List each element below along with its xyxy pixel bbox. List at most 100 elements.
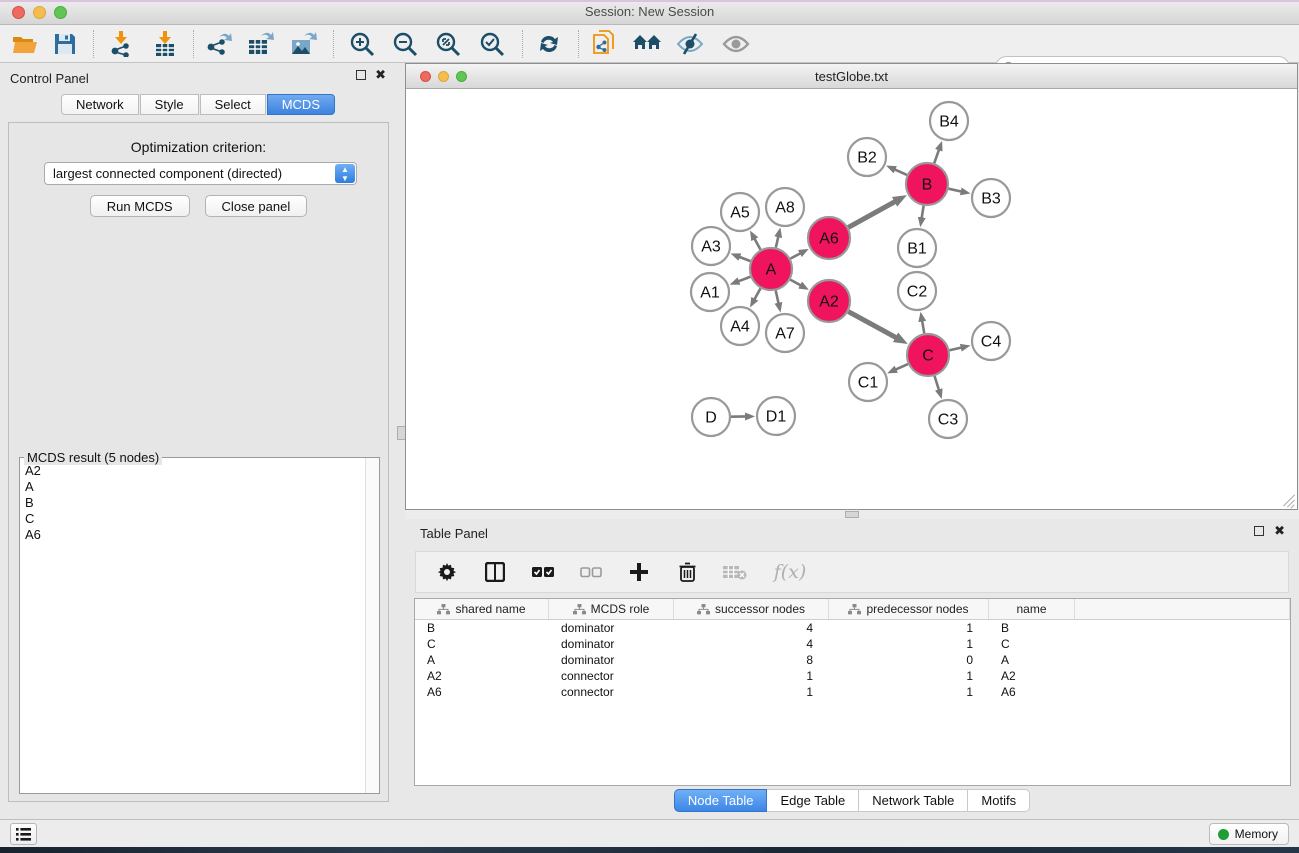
open-session-icon[interactable] <box>8 28 42 60</box>
delete-column-trash-icon[interactable] <box>674 559 700 585</box>
node-label-B4: B4 <box>939 114 959 131</box>
toolbar-separator <box>93 30 94 58</box>
hierarchy-icon <box>573 604 586 615</box>
export-image-icon[interactable] <box>287 28 321 60</box>
home-layout-icon[interactable] <box>630 28 664 60</box>
close-panel-icon[interactable]: ✖ <box>375 70 386 80</box>
tab-select[interactable]: Select <box>200 94 266 115</box>
node-label-A2: A2 <box>819 294 839 311</box>
edge-A2-C[interactable] <box>848 312 896 338</box>
task-history-button[interactable] <box>10 823 37 845</box>
edge-A-A7[interactable] <box>776 290 779 303</box>
export-network-icon[interactable] <box>202 28 236 60</box>
edge-C-C1[interactable] <box>895 364 908 370</box>
function-builder-button[interactable]: f(x) <box>770 559 810 585</box>
zoom-fit-icon[interactable] <box>431 28 465 60</box>
run-mcds-button[interactable]: Run MCDS <box>90 195 190 217</box>
refresh-icon[interactable] <box>532 28 566 60</box>
table-tabs: Node TableEdge TableNetwork TableMotifs <box>405 789 1299 812</box>
zoom-selected-icon[interactable] <box>475 28 509 60</box>
network-graph[interactable]: B4B2BB3A5A8A6A3B1AA1C2A2A4A7C4CC1DD1C3 <box>406 89 1297 509</box>
edge-A-A8[interactable] <box>776 236 779 247</box>
float-panel-icon[interactable] <box>356 70 366 80</box>
mcds-panel: Optimization criterion: largest connecte… <box>8 122 389 802</box>
criterion-select[interactable]: largest connected component (directed) ▲… <box>44 162 357 185</box>
edge-A-A1[interactable] <box>738 277 750 282</box>
memory-label: Memory <box>1235 827 1278 841</box>
node-label-C4: C4 <box>981 334 1002 351</box>
edge-A-A2[interactable] <box>790 280 801 286</box>
tab-network[interactable]: Network <box>61 94 139 115</box>
import-network-icon[interactable] <box>104 28 138 60</box>
select-all-icon[interactable] <box>530 559 556 585</box>
edge-A6-B[interactable] <box>848 201 895 227</box>
close-table-panel-icon[interactable]: ✖ <box>1274 526 1285 536</box>
close-panel-button[interactable]: Close panel <box>205 195 308 217</box>
edge-C-C2[interactable] <box>922 321 924 334</box>
tab-style[interactable]: Style <box>140 94 199 115</box>
criterion-value: largest connected component (directed) <box>53 166 282 181</box>
column-header-shared-name[interactable]: shared name <box>415 599 549 619</box>
toolbar-separator <box>193 30 194 58</box>
node-label-C3: C3 <box>938 412 959 429</box>
tab-node-table[interactable]: Node Table <box>674 789 768 812</box>
mcds-result-item[interactable]: A6 <box>25 527 360 543</box>
memory-button[interactable]: Memory <box>1209 823 1289 845</box>
edge-B-B2[interactable] <box>894 169 907 175</box>
horizontal-splitter-grip[interactable] <box>845 511 859 518</box>
optimization-criterion-label: Optimization criterion: <box>9 139 388 155</box>
create-column-plus-icon[interactable] <box>626 559 652 585</box>
save-session-icon[interactable] <box>48 28 82 60</box>
hide-graphics-details-icon[interactable] <box>673 28 707 60</box>
mcds-result-item[interactable]: B <box>25 495 360 511</box>
tab-motifs[interactable]: Motifs <box>968 789 1030 812</box>
mcds-result-item[interactable]: C <box>25 511 360 527</box>
float-table-panel-icon[interactable] <box>1254 526 1264 536</box>
column-header-successor-nodes[interactable]: successor nodes <box>674 599 829 619</box>
control-panel-tabs: NetworkStyleSelectMCDS <box>0 94 396 115</box>
resize-grip-icon[interactable] <box>1281 493 1295 507</box>
node-label-A6: A6 <box>819 231 839 248</box>
table-row[interactable]: A6connector11A6 <box>415 684 1290 700</box>
network-canvas[interactable]: B4B2BB3A5A8A6A3B1AA1C2A2A4A7C4CC1DD1C3 <box>406 89 1297 509</box>
import-table-icon[interactable] <box>148 28 182 60</box>
edge-B-B1[interactable] <box>922 206 924 219</box>
table-panel-title: Table Panel <box>420 526 488 541</box>
network-view-titlebar: testGlobe.txt <box>406 64 1297 89</box>
edge-A-A6[interactable] <box>790 253 800 259</box>
mcds-result-item[interactable]: A2 <box>25 463 360 479</box>
edge-B-B4[interactable] <box>934 149 939 163</box>
mcds-result-list[interactable]: A2ABCA6 <box>21 461 364 792</box>
column-header-MCDS-role[interactable]: MCDS role <box>549 599 674 619</box>
tab-mcds[interactable]: MCDS <box>267 94 335 115</box>
titlebar: Session: New Session <box>0 0 1299 25</box>
edge-A-A3[interactable] <box>739 257 750 261</box>
zoom-in-icon[interactable] <box>345 28 379 60</box>
new-session-icon[interactable] <box>588 28 622 60</box>
tab-network-table[interactable]: Network Table <box>859 789 968 812</box>
export-table-icon[interactable] <box>244 28 278 60</box>
table-row[interactable]: A2connector11A2 <box>415 668 1290 684</box>
table-settings-gear-icon[interactable] <box>434 559 460 585</box>
table-row[interactable]: Bdominator41B <box>415 620 1290 636</box>
delete-table-icon[interactable] <box>722 559 748 585</box>
column-header-predecessor-nodes[interactable]: predecessor nodes <box>829 599 989 619</box>
deselect-all-icon[interactable] <box>578 559 604 585</box>
edge-B-B3[interactable] <box>948 189 961 192</box>
column-header-name[interactable]: name <box>989 599 1075 619</box>
status-bar: Memory <box>0 819 1299 847</box>
node-table[interactable]: shared nameMCDS rolesuccessor nodesprede… <box>414 598 1291 786</box>
tab-edge-table[interactable]: Edge Table <box>767 789 859 812</box>
result-scrollbar[interactable] <box>365 458 379 793</box>
edge-C-C4[interactable] <box>949 348 961 351</box>
table-row[interactable]: Cdominator41C <box>415 636 1290 652</box>
toggle-panes-icon[interactable] <box>482 559 508 585</box>
show-graphics-details-icon[interactable] <box>719 28 753 60</box>
mcds-result-item[interactable]: A <box>25 479 360 495</box>
horizontal-splitter[interactable] <box>405 510 1299 519</box>
zoom-out-icon[interactable] <box>388 28 422 60</box>
edge-A-A5[interactable] <box>754 238 760 249</box>
edge-A-A4[interactable] <box>754 288 760 299</box>
table-row[interactable]: Adominator80A <box>415 652 1290 668</box>
edge-C-C3[interactable] <box>935 376 939 390</box>
